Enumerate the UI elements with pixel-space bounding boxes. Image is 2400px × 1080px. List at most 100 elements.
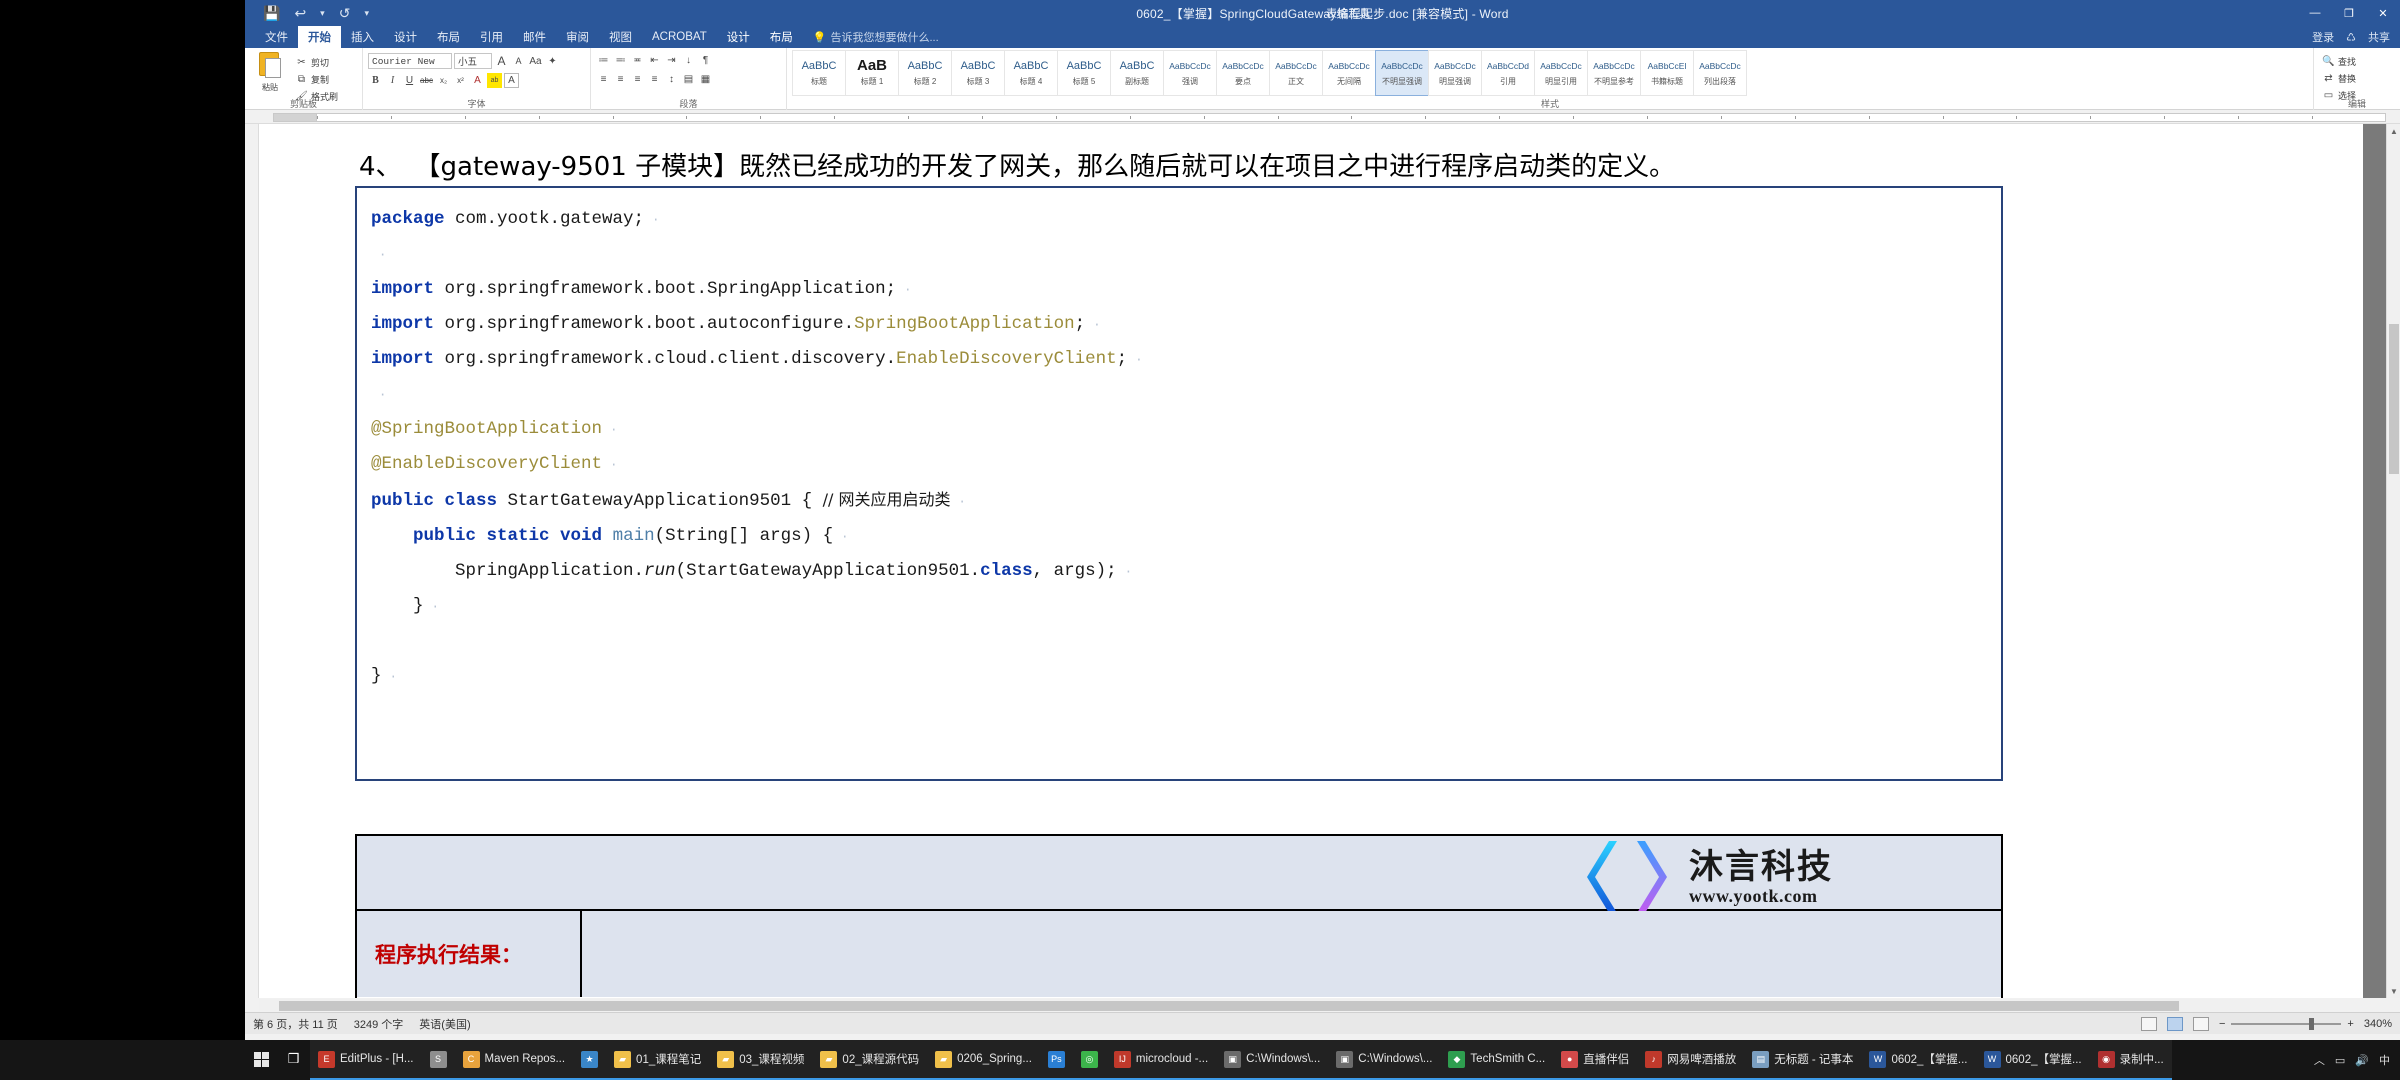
tab-home[interactable]: 开始 bbox=[298, 26, 341, 48]
zoom-out-button[interactable]: − bbox=[2219, 1018, 2225, 1030]
result-content-cell[interactable] bbox=[582, 911, 2001, 997]
sort-icon[interactable]: ↓ bbox=[681, 53, 696, 68]
input-language-icon[interactable]: 中 bbox=[2379, 1052, 2390, 1068]
taskbar-item[interactable]: ▣ C:\Windows\... bbox=[1328, 1040, 1441, 1080]
result-table[interactable]: 沐言科技 www.yootk.com 程序执行结果： bbox=[355, 834, 2003, 998]
style-chip[interactable]: AaBbCcDc 无间隔 bbox=[1322, 50, 1376, 96]
horizontal-ruler[interactable] bbox=[245, 110, 2400, 124]
taskbar-item[interactable]: ♪ 网易啤酒播放 bbox=[1637, 1040, 1745, 1080]
taskbar-item[interactable]: ◆ TechSmith C... bbox=[1440, 1040, 1554, 1080]
align-center-icon[interactable]: ≡ bbox=[613, 72, 628, 87]
close-button[interactable]: ✕ bbox=[2366, 0, 2400, 26]
taskbar-item[interactable]: ▰ 03_课程视频 bbox=[709, 1040, 813, 1080]
style-chip[interactable]: AaBbCcDc 明显引用 bbox=[1534, 50, 1588, 96]
replace-button[interactable]: ⇄ 替换 bbox=[2319, 71, 2395, 86]
page-indicator[interactable]: 第 6 页，共 11 页 bbox=[253, 1016, 338, 1032]
vertical-scrollbar[interactable]: ▲ ▼ bbox=[2386, 124, 2400, 998]
styles-gallery[interactable]: AaBbC 标题 AaB 标题 1 AaBbC 标题 2 AaBbC 标题 3 AaBbC 标题 … bbox=[792, 50, 2308, 96]
signin-label[interactable]: 登录 bbox=[2312, 29, 2334, 45]
taskbar-item[interactable]: ◉ 录制中... bbox=[2089, 1040, 2172, 1080]
style-chip[interactable]: AaBbCcDc 不明显参考 bbox=[1587, 50, 1641, 96]
grow-font-icon[interactable]: A bbox=[494, 54, 509, 69]
tab-table-layout[interactable]: 布局 bbox=[760, 26, 803, 48]
tab-references[interactable]: 引用 bbox=[470, 26, 513, 48]
minimize-button[interactable]: — bbox=[2298, 0, 2332, 26]
taskbar-item[interactable]: ▰ 01_课程笔记 bbox=[606, 1040, 710, 1080]
change-case-icon[interactable]: Aa bbox=[528, 54, 543, 69]
numbering-icon[interactable]: ≕ bbox=[613, 53, 628, 68]
word-count[interactable]: 3249 个字 bbox=[354, 1016, 404, 1032]
taskbar-item[interactable]: W 0602_【掌握... bbox=[1975, 1040, 2090, 1080]
taskbar-item[interactable]: ◎ bbox=[1072, 1040, 1106, 1080]
align-left-icon[interactable]: ≡ bbox=[596, 72, 611, 87]
language-indicator[interactable]: 英语(美国) bbox=[419, 1016, 470, 1032]
style-chip[interactable]: AaBbCcDc 列出段落 bbox=[1693, 50, 1747, 96]
style-chip[interactable]: AaBbC 标题 3 bbox=[951, 50, 1005, 96]
scroll-down-icon[interactable]: ▼ bbox=[2387, 984, 2400, 998]
shading-icon[interactable]: ▤ bbox=[681, 72, 696, 87]
style-chip[interactable]: AaBbCcDd 引用 bbox=[1481, 50, 1535, 96]
horizontal-scrollbar[interactable] bbox=[245, 998, 2400, 1012]
network-icon[interactable]: ▭ bbox=[2335, 1054, 2345, 1067]
taskbar-item[interactable]: ★ bbox=[573, 1040, 607, 1080]
task-view-button[interactable]: ❒ bbox=[277, 1040, 310, 1080]
align-right-icon[interactable]: ≡ bbox=[630, 72, 645, 87]
borders-icon[interactable]: ▦ bbox=[698, 72, 713, 87]
scroll-up-icon[interactable]: ▲ bbox=[2387, 124, 2400, 138]
tab-acrobat[interactable]: ACROBAT bbox=[642, 26, 717, 48]
tell-me-box[interactable]: 💡 告诉我您想要做什么... bbox=[803, 26, 939, 48]
clear-formatting-icon[interactable]: ✦ bbox=[545, 54, 560, 69]
style-chip[interactable]: AaBbC 副标题 bbox=[1110, 50, 1164, 96]
zoom-track[interactable] bbox=[2231, 1017, 2342, 1030]
start-button[interactable] bbox=[246, 1040, 277, 1080]
taskbar-item[interactable]: ▰ 0206_Spring... bbox=[927, 1040, 1040, 1080]
bullets-icon[interactable]: ≔ bbox=[596, 53, 611, 68]
taskbar-item[interactable]: ▤ 无标题 - 记事本 bbox=[1744, 1040, 1862, 1080]
tab-file[interactable]: 文件 bbox=[255, 26, 298, 48]
style-chip[interactable]: AaBbCcDc 要点 bbox=[1216, 50, 1270, 96]
decrease-indent-icon[interactable]: ⇤ bbox=[647, 53, 662, 68]
taskbar-item[interactable]: W 0602_【掌握... bbox=[1861, 1040, 1976, 1080]
taskbar-item[interactable]: E EditPlus - [H... bbox=[310, 1040, 422, 1080]
taskbar-item[interactable]: S bbox=[421, 1040, 455, 1080]
tab-mailings[interactable]: 邮件 bbox=[513, 26, 556, 48]
font-color-icon[interactable]: A bbox=[504, 73, 519, 88]
tab-design[interactable]: 设计 bbox=[384, 26, 427, 48]
taskbar-item[interactable]: ▰ 02_课程源代码 bbox=[812, 1040, 928, 1080]
line-spacing-icon[interactable]: ↕ bbox=[664, 72, 679, 87]
print-layout-button[interactable] bbox=[2166, 1016, 2183, 1031]
share-label[interactable]: 共享 bbox=[2368, 29, 2390, 45]
paste-icon[interactable] bbox=[257, 52, 283, 82]
style-chip[interactable]: AaBbC 标题 2 bbox=[898, 50, 952, 96]
code-block-table[interactable]: package com.yootk.gateway; · · import org… bbox=[355, 186, 2003, 781]
highlight-icon[interactable]: ab bbox=[487, 73, 502, 88]
taskbar-item[interactable]: C Maven Repos... bbox=[454, 1040, 574, 1080]
document-page[interactable]: 4、 【gateway-9501 子模块】既然已经成功的开发了网关，那么随后就可以… bbox=[259, 124, 2363, 998]
find-button[interactable]: 🔍 查找 bbox=[2319, 54, 2395, 69]
web-layout-button[interactable] bbox=[2192, 1016, 2209, 1031]
style-chip[interactable]: AaB 标题 1 bbox=[845, 50, 899, 96]
zoom-level[interactable]: 340% bbox=[2364, 1018, 2392, 1030]
cut-button[interactable]: ✂ 剪切 bbox=[292, 55, 340, 70]
show-formatting-marks-icon[interactable]: ¶ bbox=[698, 53, 713, 68]
taskbar-item[interactable]: Ps bbox=[1039, 1040, 1073, 1080]
increase-indent-icon[interactable]: ⇥ bbox=[664, 53, 679, 68]
zoom-knob[interactable] bbox=[2309, 1017, 2315, 1030]
shrink-font-icon[interactable]: A bbox=[511, 54, 526, 69]
read-mode-button[interactable] bbox=[2140, 1016, 2157, 1031]
zoom-in-button[interactable]: + bbox=[2347, 1018, 2353, 1030]
style-chip[interactable]: AaBbCcDc 正文 bbox=[1269, 50, 1323, 96]
taskbar-item[interactable]: ● 直播伴侣 bbox=[1553, 1040, 1638, 1080]
style-chip[interactable]: AaBbC 标题 4 bbox=[1004, 50, 1058, 96]
italic-icon[interactable]: I bbox=[385, 73, 400, 88]
strikethrough-icon[interactable]: abc bbox=[419, 73, 434, 88]
multilevel-list-icon[interactable]: ≖ bbox=[630, 53, 645, 68]
copy-button[interactable]: ⧉ 复制 bbox=[292, 72, 340, 87]
style-chip[interactable]: AaBbCcDc 强调 bbox=[1163, 50, 1217, 96]
tab-insert[interactable]: 插入 bbox=[341, 26, 384, 48]
style-chip[interactable]: AaBbCcDc 不明显强调 bbox=[1375, 50, 1429, 96]
tab-table-design[interactable]: 设计 bbox=[717, 26, 760, 48]
maximize-button[interactable]: ❐ bbox=[2332, 0, 2366, 26]
superscript-icon[interactable]: x² bbox=[453, 73, 468, 88]
volume-icon[interactable]: 🔊 bbox=[2355, 1054, 2369, 1067]
